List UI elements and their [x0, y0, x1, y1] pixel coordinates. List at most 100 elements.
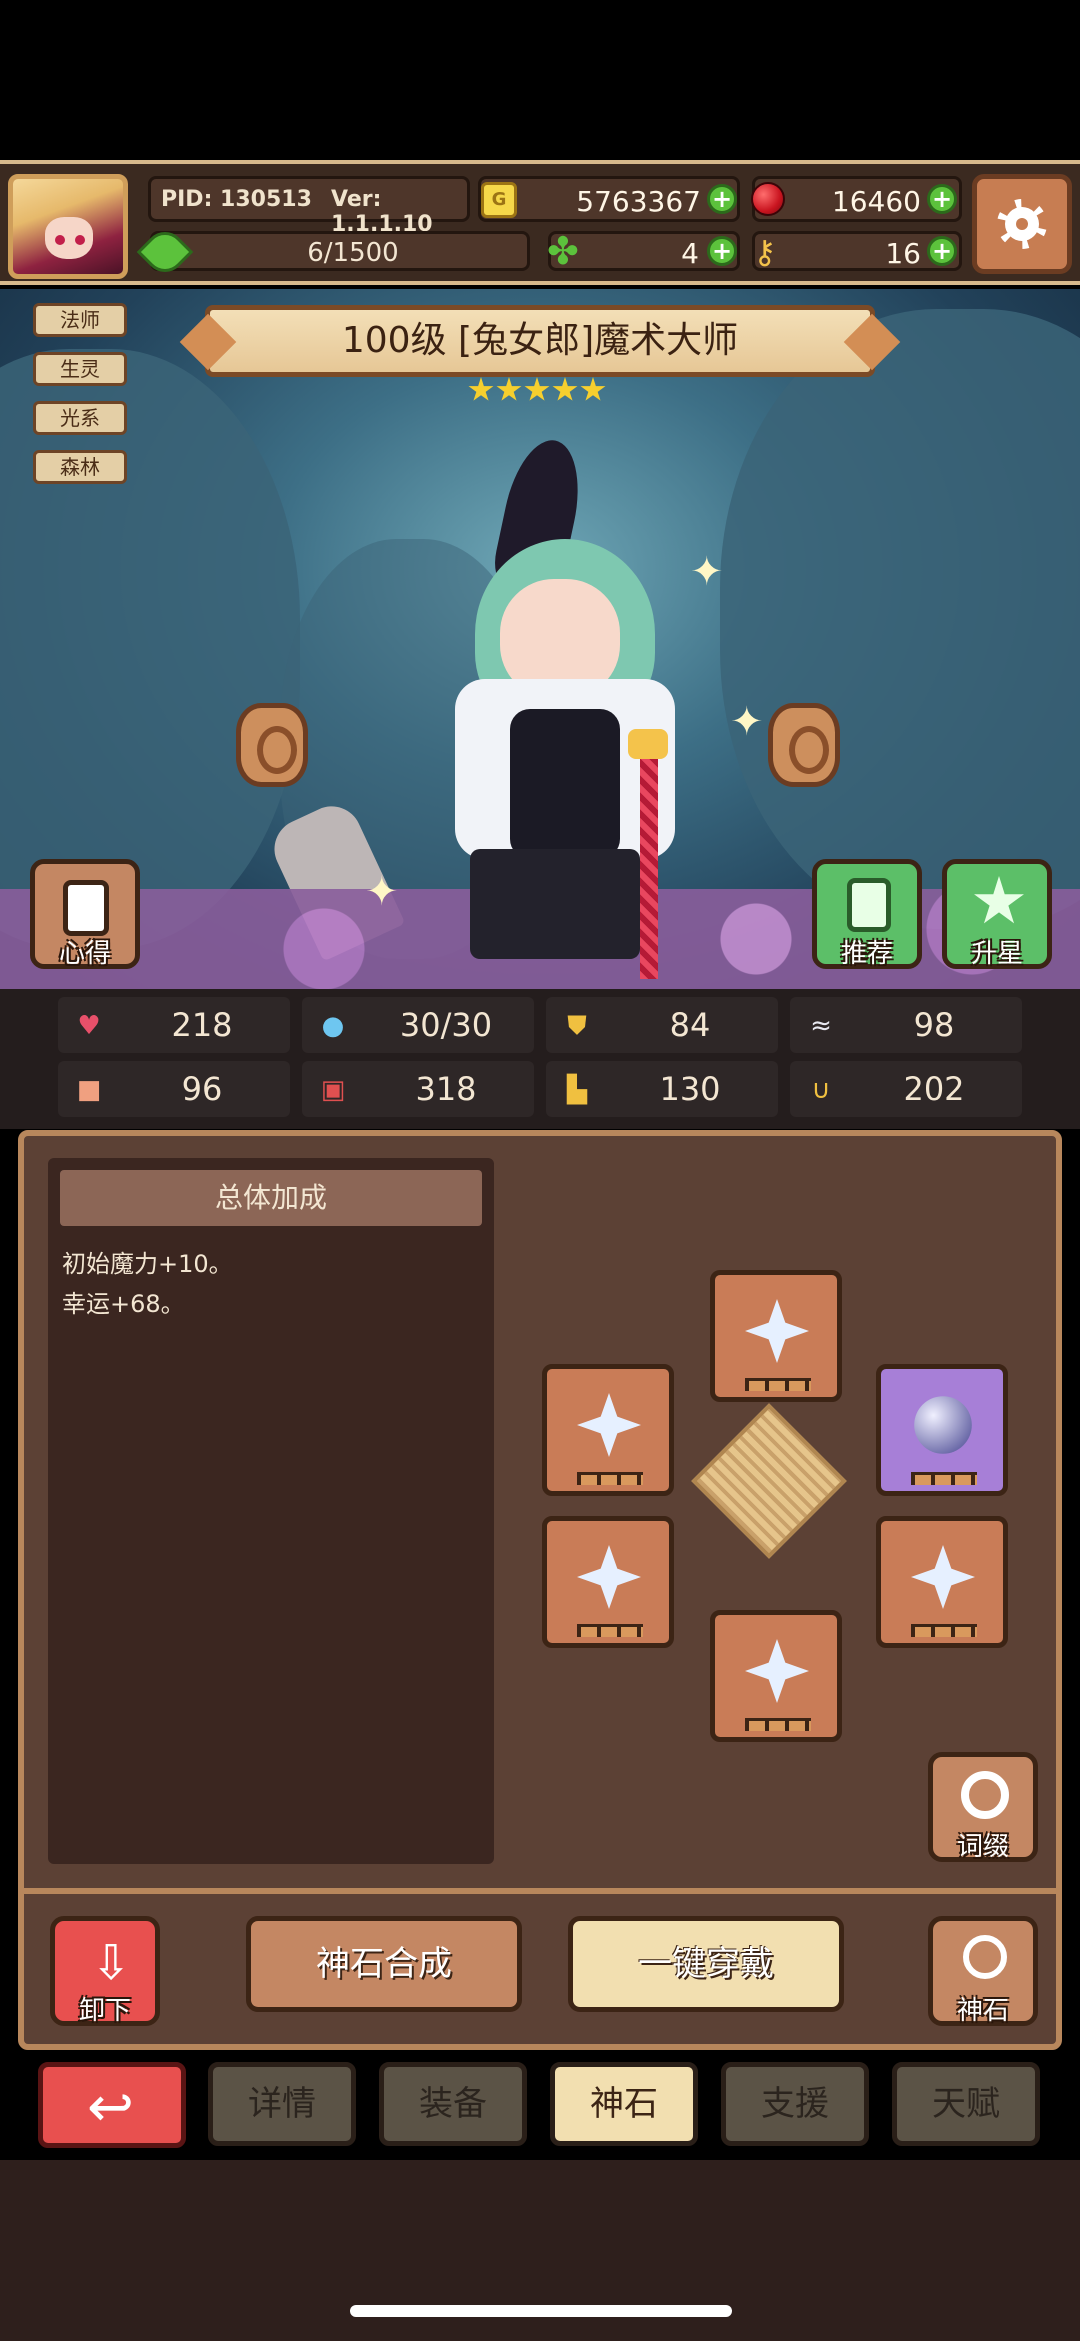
affix-button[interactable]: 词缀 [928, 1752, 1038, 1862]
home-indicator[interactable] [350, 2305, 732, 2317]
tab-equipment[interactable]: 装备 [379, 2062, 527, 2146]
star-icon [524, 377, 550, 401]
book-icon: ▣ [320, 1075, 346, 1105]
clover-icon: ✤ [547, 229, 579, 273]
race-tag: 生灵 [33, 352, 127, 386]
star-up-button[interactable]: 升星 [942, 859, 1052, 969]
notes-button[interactable]: 心得 [30, 859, 140, 969]
settings-button[interactable] [972, 174, 1072, 274]
version-label: Ver: 1.1.1.10 [331, 187, 433, 237]
gem-slot-upper-left[interactable] [542, 1364, 674, 1496]
cane-head [628, 729, 668, 759]
stat-mana: ● 30/30 [302, 997, 534, 1053]
bonus-line: 幸运+68。 [62, 1290, 185, 1318]
tab-talent[interactable]: 天赋 [892, 2062, 1040, 2146]
tab-godstone[interactable]: 神石 [550, 2062, 698, 2146]
stamina-value: 6/1500 [307, 238, 399, 268]
star-rating [468, 377, 612, 407]
gem-slot-top[interactable] [710, 1270, 842, 1402]
arrow-down-icon: ⇩ [91, 1935, 132, 1991]
add-clover-button[interactable]: + [707, 236, 737, 266]
panel-divider [24, 1888, 1056, 1894]
gem-slot-lower-right[interactable] [876, 1516, 1008, 1648]
gem-slot-lower-left[interactable] [542, 1516, 674, 1648]
godstone-icon [963, 1935, 1007, 1979]
add-coins-button[interactable]: + [707, 184, 737, 214]
stat-hp: ♥ 218 [58, 997, 290, 1053]
stat-value: 202 [903, 1070, 965, 1108]
star-icon [580, 377, 606, 401]
add-keys-button[interactable]: + [927, 236, 957, 266]
terrain-tag: 森林 [33, 450, 127, 484]
stat-agility: ▙ 130 [546, 1061, 778, 1117]
back-button[interactable]: ↩ [38, 2062, 186, 2148]
slot-level-bar [745, 1718, 811, 1731]
synthesize-button[interactable]: 神石合成 [246, 1916, 522, 2012]
avatar-eye [55, 235, 65, 245]
pid-version-panel: PID: 130513 Ver: 1.1.1.10 [148, 176, 470, 237]
horseshoe-icon: ∪ [811, 1075, 831, 1105]
class-tag: 法师 [33, 303, 127, 337]
stat-value: 218 [171, 1006, 233, 1044]
gear-icon [997, 199, 1047, 249]
slot-level-bar [745, 1378, 811, 1391]
hero-legs [470, 849, 640, 959]
hero-stats: ♥ 218 ● 30/30 ⛊ 84 ≈ 98 ■ 96 ▣ 318 ▙ 130… [0, 989, 1080, 1129]
heart-icon: ♥ [77, 1011, 101, 1041]
stat-magic: ▣ 318 [302, 1061, 534, 1117]
diamond-gem-icon [577, 1393, 641, 1457]
avatar-eye [75, 235, 85, 245]
hero-scene: 法师 生灵 光系 森林 100级 [兔女郎]魔术大师 ✦ ✦ ✦ 心得 推荐 升… [0, 289, 1080, 989]
coin-counter: G 5763367 + [478, 176, 740, 222]
tab-support[interactable]: 支援 [721, 2062, 869, 2146]
tab-details[interactable]: 详情 [208, 2062, 356, 2146]
stat-value: 98 [913, 1006, 955, 1044]
affix-label: 词缀 [956, 1832, 1009, 1862]
star-icon [552, 377, 578, 401]
gem-amount: 16460 [831, 185, 921, 218]
key-icon: ⚷ [753, 233, 777, 271]
star-icon [496, 377, 522, 401]
sparkle-icon: ✦ [365, 869, 399, 915]
coin-icon: G [481, 182, 517, 218]
water-drop-icon: ● [321, 1011, 345, 1041]
add-gems-button[interactable]: + [927, 184, 957, 214]
previous-hero-rune[interactable] [236, 703, 308, 787]
slot-level-bar [911, 1472, 977, 1485]
stat-value: 318 [415, 1070, 477, 1108]
wing-icon: ≈ [810, 1011, 832, 1041]
bonus-box: 总体加成 初始魔力+10。 幸运+68。 [48, 1158, 494, 1864]
avatar-face [45, 217, 93, 259]
godstone-button[interactable]: 神石 [928, 1916, 1038, 2026]
gem-slot-upper-right[interactable] [876, 1364, 1008, 1496]
background-tree [720, 309, 1080, 929]
hero-title: 100级 [兔女郎]魔术大师 [205, 305, 875, 377]
gem-counter: 16460 + [751, 176, 962, 222]
recommend-button[interactable]: 推荐 [812, 859, 922, 969]
next-hero-rune[interactable] [768, 703, 840, 787]
hero-body [510, 709, 620, 859]
orb-gem-icon [914, 1396, 972, 1454]
unequip-label: 卸下 [78, 1996, 131, 2026]
back-arrow-icon: ↩ [87, 2075, 134, 2140]
stat-value: 30/30 [399, 1006, 493, 1044]
equip-all-button[interactable]: 一键穿戴 [568, 1916, 844, 2012]
gem-core-slot[interactable] [691, 1403, 847, 1559]
unequip-button[interactable]: ⇩ 卸下 [50, 1916, 160, 2026]
player-avatar[interactable] [8, 174, 128, 279]
star-up-icon [974, 876, 1024, 924]
key-amount: 16 [885, 237, 921, 270]
slot-level-bar [577, 1624, 643, 1637]
slot-level-bar [577, 1472, 643, 1485]
godstone-panel: 总体加成 初始魔力+10。 幸运+68。 词缀 ⇩ 卸下 神石合成 一键穿戴 神… [18, 1130, 1062, 2050]
magic-cane [640, 749, 658, 979]
stat-attack: ■ 96 [58, 1061, 290, 1117]
sparkle-icon: ✦ [690, 549, 724, 595]
diamond-gem-icon [745, 1639, 809, 1703]
thumbs-up-icon [847, 878, 891, 932]
clover-amount: 4 [681, 237, 699, 270]
coin-amount: 5763367 [576, 185, 701, 218]
stat-value: 96 [181, 1070, 223, 1108]
stamina-bar: 6/1500 [136, 223, 530, 281]
gem-slot-bottom[interactable] [710, 1610, 842, 1742]
